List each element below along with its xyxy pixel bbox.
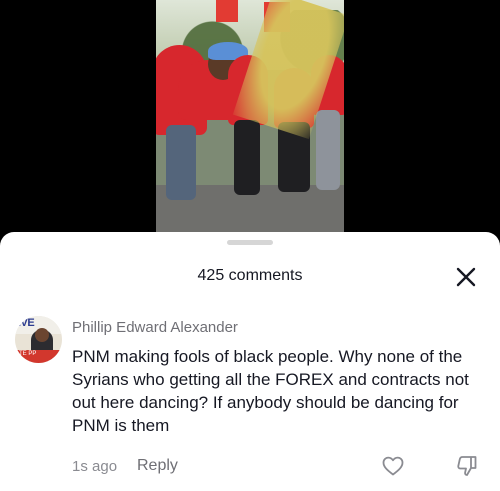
video-player[interactable]: [0, 0, 500, 250]
avatar-face: [35, 328, 49, 342]
close-button[interactable]: [454, 265, 478, 289]
comments-count-title: 425 comments: [197, 267, 303, 284]
comment-timestamp: 1s ago: [72, 458, 118, 475]
comment-author[interactable]: Phillip Edward Alexander: [72, 319, 238, 336]
video-person-legs: [316, 110, 340, 190]
avatar[interactable]: IVE TE PP: [15, 316, 62, 363]
close-icon: [456, 267, 476, 287]
comment-text: PNM making fools of black people. Why no…: [72, 347, 469, 435]
reply-button[interactable]: Reply: [137, 457, 178, 475]
avatar-banner-text: IVE: [18, 317, 35, 329]
heart-icon: [382, 456, 404, 476]
comments-sheet: 425 comments IVE TE PP Phillip Edward Al…: [0, 232, 500, 491]
dislike-button[interactable]: [455, 454, 479, 478]
video-frame: [156, 0, 344, 232]
like-button[interactable]: [381, 454, 405, 478]
video-person-legs: [166, 125, 196, 200]
avatar-lower-text: TE PP: [19, 351, 37, 357]
sheet-drag-handle[interactable]: [227, 240, 273, 245]
video-flag: [216, 0, 238, 22]
video-person-legs: [234, 120, 260, 195]
thumbs-down-icon: [457, 456, 477, 476]
